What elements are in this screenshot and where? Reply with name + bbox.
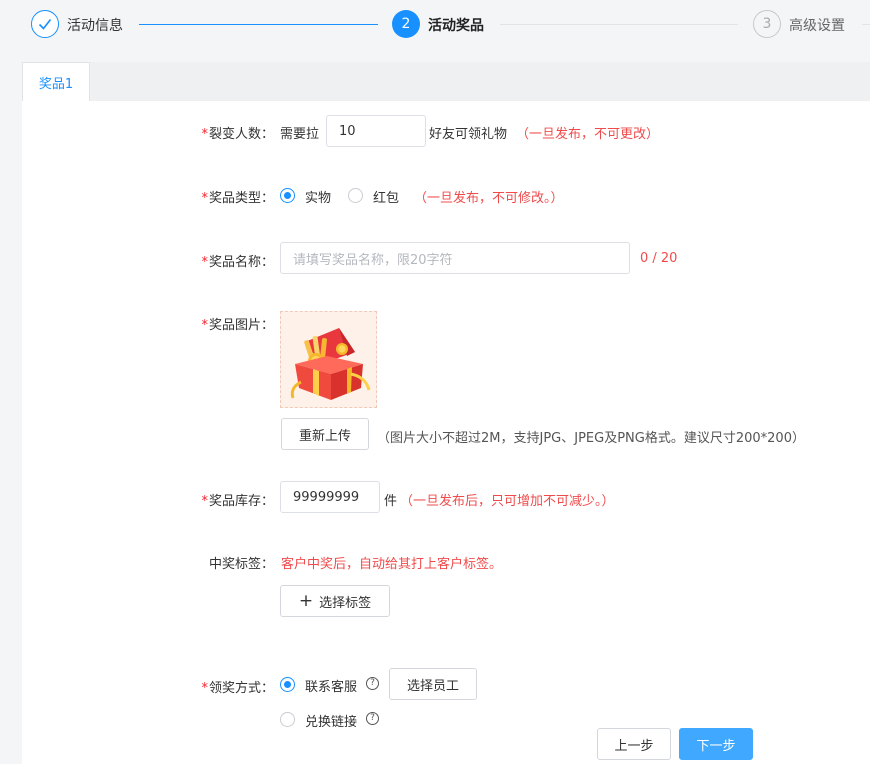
radio-physical[interactable] <box>280 188 295 203</box>
step-1-check-icon <box>31 10 59 38</box>
help-icon[interactable]: ? <box>366 677 379 690</box>
fission-count-label: *裂变人数： <box>201 127 274 142</box>
tab-prize-1[interactable]: 奖品1 <box>22 62 90 101</box>
claim-method-label: *领奖方式： <box>201 681 274 696</box>
tag-label: 中奖标签： <box>208 557 274 572</box>
stock-note: （一旦发布后，只可增加不可减少。） <box>400 494 615 509</box>
gift-box-icon <box>290 328 371 400</box>
step-2-label: 活动奖品 <box>428 18 484 34</box>
select-staff-button[interactable]: 选择员工 <box>389 668 477 700</box>
prev-step-button[interactable]: 上一步 <box>597 728 671 760</box>
fission-note: （一旦发布，不可更改） <box>516 127 660 142</box>
next-step-button[interactable]: 下一步 <box>679 728 753 760</box>
step-line-1 <box>139 24 378 25</box>
step-3-label: 高级设置 <box>789 18 845 34</box>
fission-prefix: 需要拉 <box>280 127 320 142</box>
tag-desc: 客户中奖后，自动给其打上客户标签。 <box>281 557 503 572</box>
step-2-number: 2 <box>392 10 420 38</box>
prize-type-note: （一旦发布，不可修改。） <box>414 191 564 206</box>
prize-image-label: *奖品图片： <box>201 318 274 333</box>
prize-image-preview[interactable] <box>280 311 377 408</box>
stock-unit: 件 <box>384 494 398 509</box>
step-line-3 <box>862 24 870 25</box>
radio-contact-service[interactable] <box>280 677 295 692</box>
radio-redeem-link-label: 兑换链接 <box>305 715 358 730</box>
prize-type-label: *奖品类型： <box>201 191 274 206</box>
help-icon[interactable]: ? <box>366 712 379 725</box>
radio-red-packet-label: 红包 <box>373 191 400 206</box>
step-3-number: 3 <box>753 10 781 38</box>
plus-icon: + <box>298 590 314 611</box>
prize-image-hint: （图片大小不超过2M，支持JPG、JPEG及PNG格式。建议尺寸200*200） <box>377 431 805 446</box>
radio-red-packet[interactable] <box>348 188 363 203</box>
step-1-label: 活动信息 <box>67 18 123 34</box>
prize-name-input[interactable]: 请填写奖品名称，限20字符 <box>280 242 630 274</box>
prize-name-label: *奖品名称： <box>201 255 274 270</box>
stock-label: *奖品库存： <box>201 494 274 509</box>
steps-bar: 活动信息 2 活动奖品 3 高级设置 <box>0 0 870 50</box>
tab-bar: 奖品1 <box>22 62 870 101</box>
radio-redeem-link[interactable] <box>280 712 295 727</box>
radio-contact-service-label: 联系客服 <box>305 680 358 695</box>
step-line-2 <box>500 24 738 25</box>
reupload-button[interactable]: 重新上传 <box>281 418 369 450</box>
select-tag-button[interactable]: + 选择标签 <box>280 585 390 617</box>
fission-count-input[interactable]: 10 <box>326 115 426 147</box>
prize-name-counter: 0 / 20 <box>640 251 678 266</box>
radio-physical-label: 实物 <box>305 191 332 206</box>
stock-input[interactable]: 99999999 <box>280 481 380 513</box>
fission-suffix: 好友可领礼物 <box>429 127 508 142</box>
